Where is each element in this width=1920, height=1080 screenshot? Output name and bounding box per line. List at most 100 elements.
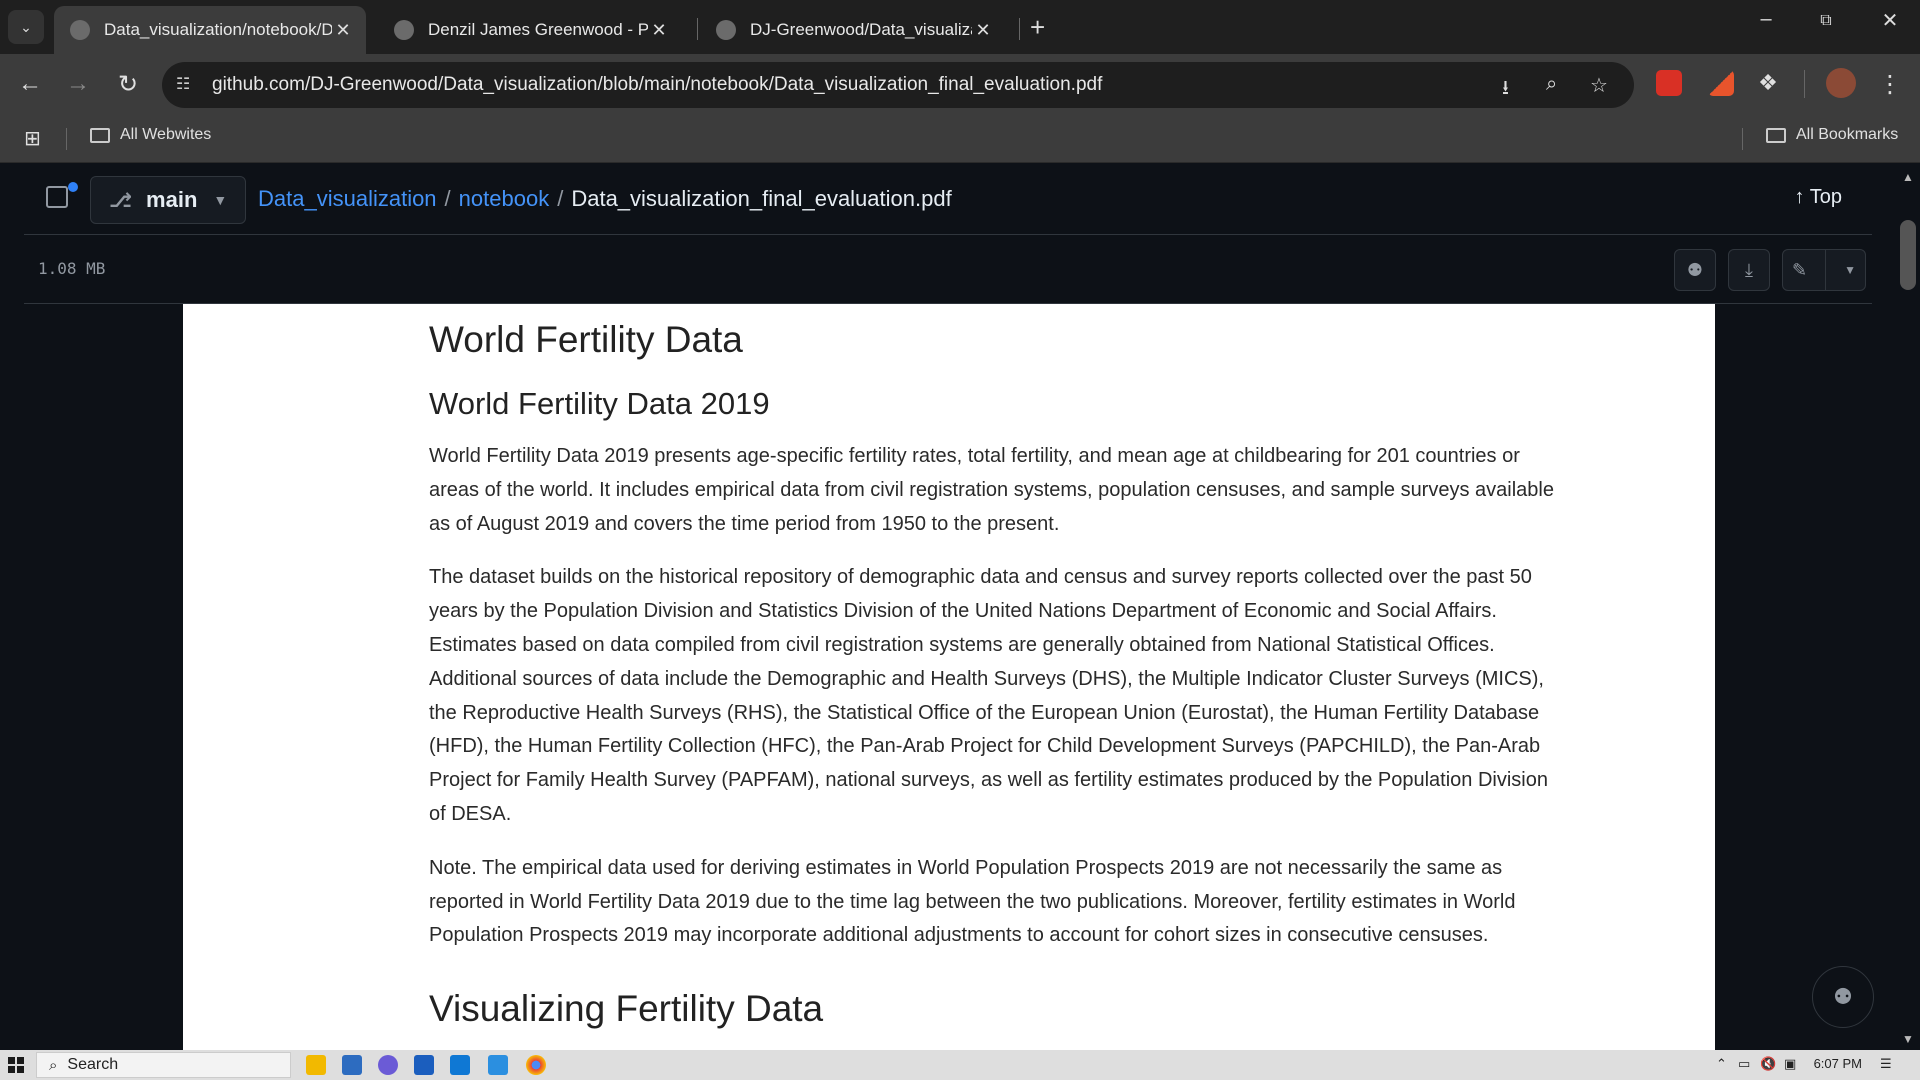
forward-arrow-icon[interactable]: →: [62, 70, 94, 98]
scroll-thumb[interactable]: [1900, 220, 1916, 290]
tab-portfolio[interactable]: Denzil James Greenwood - Port ✕: [378, 6, 682, 54]
browser-toolbar: ← → ↻ ☷ github.com/DJ-Greenwood/Data_vis…: [0, 54, 1920, 116]
pdf-paragraph: The dataset builds on the historical rep…: [429, 566, 1548, 825]
new-tab-icon[interactable]: +: [1030, 12, 1045, 43]
close-tab-icon[interactable]: ✕: [972, 20, 994, 41]
tab-separator: [697, 18, 698, 40]
bookmarks-bar: ⊞ All Webwites All Bookmarks: [0, 116, 1920, 163]
apps-grid-icon[interactable]: ⊞: [24, 126, 41, 151]
copilot-icon: ⚉: [1686, 259, 1704, 280]
folder-icon: [90, 127, 110, 143]
notification-dot: [68, 182, 78, 192]
top-button[interactable]: ↑ Top: [1795, 186, 1842, 209]
mail-icon[interactable]: [450, 1055, 470, 1075]
store-icon[interactable]: [342, 1055, 362, 1075]
pdf-heading: World Fertility Data: [429, 319, 743, 360]
reload-icon[interactable]: ↻: [112, 70, 144, 99]
volume-muted-icon[interactable]: 🔇: [1760, 1056, 1776, 1072]
copilot-button[interactable]: ⚉: [1674, 249, 1716, 291]
bookmark-star-icon[interactable]: ☆: [1590, 73, 1608, 98]
bookmark-label: All Webwites: [120, 126, 212, 143]
restore-icon[interactable]: ⧉: [1806, 12, 1846, 30]
pdf-subheading: World Fertility Data 2019: [429, 386, 770, 421]
close-tab-icon[interactable]: ✕: [332, 20, 354, 41]
address-bar[interactable]: ☷ github.com/DJ-Greenwood/Data_visualiza…: [162, 62, 1634, 108]
battery-icon: ▭: [1738, 1056, 1751, 1071]
scroll-down-icon[interactable]: ▼: [1902, 1032, 1914, 1046]
chevron-up-icon[interactable]: ⌃: [1716, 1056, 1727, 1072]
vscode-icon[interactable]: [488, 1055, 508, 1075]
minimize-icon[interactable]: –: [1746, 8, 1786, 31]
globe-favicon-icon: [394, 20, 414, 40]
pdf-heading: Visualizing Fertility Data: [429, 988, 824, 1030]
chrome-icon[interactable]: [526, 1055, 546, 1075]
network-icon[interactable]: ▣: [1784, 1056, 1796, 1072]
bookmark-all-bookmarks[interactable]: All Bookmarks: [1766, 126, 1898, 144]
profile-avatar[interactable]: [1826, 68, 1856, 98]
breadcrumb: Data_visualization / notebook / Data_visuali…: [258, 186, 952, 212]
breadcrumb-separator: /: [444, 186, 451, 211]
pdf-viewer[interactable]: World Fertility Data World Fertility Dat…: [183, 304, 1715, 1050]
github-favicon-icon: [716, 20, 736, 40]
pdf-extension-icon[interactable]: [1656, 70, 1682, 96]
arrow-up-icon: ↑: [1794, 186, 1805, 208]
download-icon: ⤓: [1745, 259, 1753, 280]
site-info-icon[interactable]: ☷: [176, 74, 190, 94]
kebab-menu-icon[interactable]: ⋮: [1874, 70, 1906, 99]
bookmark-all-webwites[interactable]: All Webwites: [90, 126, 211, 144]
bookmark-divider: [1742, 128, 1743, 150]
app-icon[interactable]: [378, 1055, 398, 1075]
breadcrumb-separator: /: [557, 186, 564, 211]
word-icon[interactable]: [414, 1055, 434, 1075]
side-panel-icon[interactable]: [46, 186, 68, 208]
url-text[interactable]: github.com/DJ-Greenwood/Data_visualizati…: [212, 74, 1102, 96]
install-app-icon[interactable]: ⭳: [1502, 73, 1509, 107]
tab-title: Data_visualization/notebook/D: [104, 20, 332, 39]
breadcrumb-file-name: Data_visualization_final_evaluation.pdf: [571, 186, 952, 211]
extension-icon[interactable]: [1708, 70, 1734, 96]
taskbar: ⌕ Search ⌃ ▭ 🔇 ▣ 6:07 PM ☰: [0, 1050, 1920, 1080]
tab-title: DJ-Greenwood/Data_visualizati: [750, 20, 972, 39]
breadcrumb-repo-link[interactable]: Data_visualization: [258, 186, 437, 211]
download-button[interactable]: ⤓: [1728, 249, 1770, 291]
search-icon: ⌕: [49, 1056, 58, 1074]
breadcrumb-folder-link[interactable]: notebook: [459, 186, 550, 211]
bookmark-label: All Bookmarks: [1796, 126, 1899, 143]
back-arrow-icon[interactable]: ←: [14, 70, 46, 98]
page-scrollbar[interactable]: ▲ ▼: [1896, 164, 1920, 1050]
edit-button-group[interactable]: ✎ ▼: [1782, 249, 1866, 291]
tab-search-button[interactable]: ⌄: [8, 10, 44, 44]
folder-icon: [1766, 127, 1786, 143]
caret-down-icon[interactable]: ▼: [1844, 263, 1856, 277]
top-label: Top: [1809, 186, 1842, 208]
close-tab-icon[interactable]: ✕: [648, 20, 670, 41]
bookmark-divider: [66, 128, 67, 150]
file-size: 1.08 MB: [38, 259, 106, 278]
window-close-icon[interactable]: ✕: [1870, 8, 1910, 33]
tab-repo[interactable]: DJ-Greenwood/Data_visualizati ✕: [700, 6, 1006, 54]
clock[interactable]: 6:07 PM: [1814, 1056, 1862, 1071]
search-label: Search: [67, 1056, 119, 1073]
puzzle-extensions-icon[interactable]: ❖: [1752, 70, 1784, 96]
chevron-down-icon: ⌄: [20, 18, 32, 35]
tab-strip: ⌄ Data_visualization/notebook/D ✕ Denzil…: [0, 0, 1920, 54]
tab-active[interactable]: Data_visualization/notebook/D ✕: [54, 6, 366, 54]
tab-separator: [1019, 18, 1020, 40]
zoom-icon[interactable]: ⌕: [1546, 73, 1557, 96]
scroll-up-icon[interactable]: ▲: [1902, 170, 1914, 184]
button-divider: [1825, 250, 1827, 290]
file-header: ⎇ main ▼ Data_visualization / notebook / Dat…: [24, 164, 1872, 235]
pdf-paragraph: World Fertility Data 2019 presents age-s…: [429, 445, 1554, 535]
windows-start-icon[interactable]: [8, 1057, 24, 1073]
tab-title: Denzil James Greenwood - Port: [428, 20, 648, 39]
taskbar-search[interactable]: ⌕ Search: [36, 1052, 291, 1078]
copilot-chat-button[interactable]: ⚉: [1812, 966, 1874, 1028]
notifications-icon[interactable]: ☰: [1880, 1056, 1892, 1072]
pencil-icon[interactable]: ✎: [1792, 260, 1807, 281]
file-info-bar: 1.08 MB ⚉ ⤓ ✎ ▼: [24, 235, 1872, 304]
file-explorer-icon[interactable]: [306, 1055, 326, 1075]
branch-selector[interactable]: ⎇ main ▼: [90, 176, 246, 224]
branch-name: main: [146, 187, 198, 212]
toolbar-divider: [1804, 70, 1805, 98]
github-favicon-icon: [70, 20, 90, 40]
